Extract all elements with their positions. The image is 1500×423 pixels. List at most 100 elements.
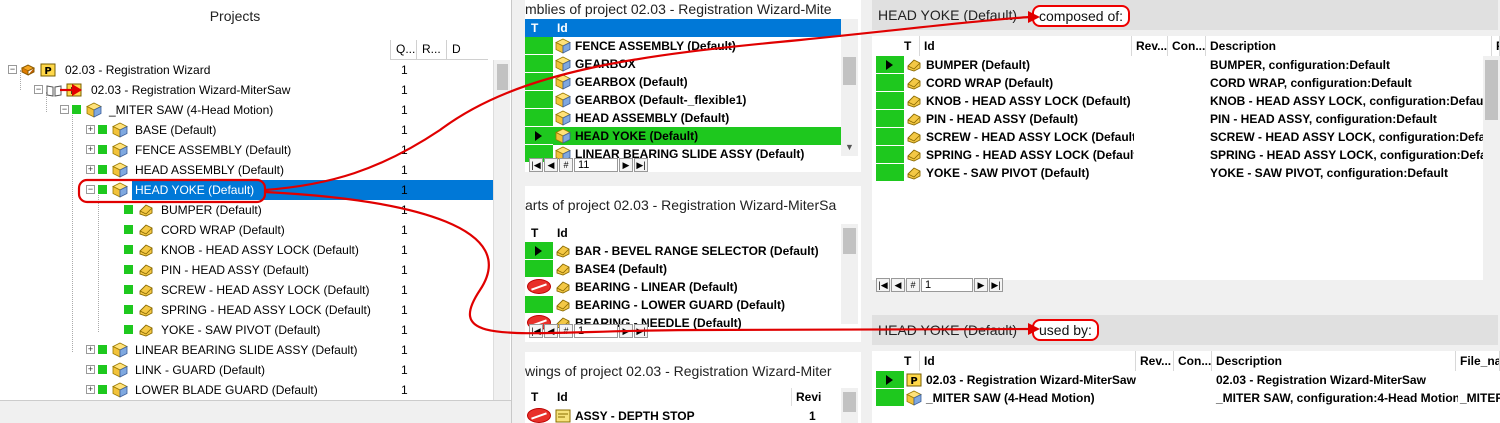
expand-toggle-icon[interactable]: + <box>86 165 95 174</box>
part-row[interactable]: BASE4 (Default) <box>525 260 841 278</box>
tree-item[interactable]: + HEAD ASSEMBLY (Default) 1 <box>0 160 493 180</box>
expand-toggle-icon[interactable]: + <box>86 125 95 134</box>
parts-col-t[interactable]: T <box>525 224 553 242</box>
assemblies-scrollbar[interactable]: ▼ <box>841 19 858 156</box>
status-indicator <box>876 146 904 164</box>
nav-first-button[interactable]: |◀ <box>529 324 543 338</box>
component-row[interactable]: BUMPER (Default) BUMPER, configuration:De… <box>876 56 1500 74</box>
nav-last-button[interactable]: ▶| <box>634 324 648 338</box>
assembly-row[interactable]: GEARBOX <box>525 55 841 73</box>
drawings-row[interactable]: ASSY - DEPTH STOP 1 <box>525 407 841 423</box>
composed-col-description[interactable]: Description <box>1206 36 1492 56</box>
composed-scroll-thumb[interactable] <box>1485 60 1498 120</box>
tree-item[interactable]: − _MITER SAW (4-Head Motion) 1 <box>0 100 493 120</box>
collapse-toggle-icon[interactable]: − <box>8 65 17 74</box>
composed-col-id[interactable]: Id <box>920 36 1132 56</box>
tree-scroll-thumb[interactable] <box>497 64 508 90</box>
nav-last-button[interactable]: ▶| <box>634 158 648 172</box>
component-row[interactable]: PIN - HEAD ASSY (Default) PIN - HEAD ASSY… <box>876 110 1500 128</box>
tree-item[interactable]: − HEAD YOKE (Default) 1 <box>0 180 493 200</box>
composed-col-con[interactable]: Con... <box>1168 36 1206 56</box>
tree-vertical-scrollbar[interactable] <box>493 60 510 400</box>
parts-scroll-thumb[interactable] <box>843 228 856 254</box>
usedby-row[interactable]: _MITER SAW (4-Head Motion) _MITER SAW, co… <box>876 389 1500 407</box>
nav-next-button[interactable]: ▶ <box>619 324 633 338</box>
tree-item[interactable]: + FENCE ASSEMBLY (Default) 1 <box>0 140 493 160</box>
expand-toggle-icon[interactable]: + <box>86 145 95 154</box>
expand-toggle-icon[interactable]: + <box>86 345 95 354</box>
tree-item[interactable]: + LINK - GUARD (Default) 1 <box>0 360 493 380</box>
status-green-icon <box>124 265 133 274</box>
usedby-col-con[interactable]: Con... <box>1174 351 1212 371</box>
assembly-row[interactable]: GEARBOX (Default) <box>525 73 841 91</box>
assemblies-record-input[interactable]: 11 <box>574 158 618 172</box>
collapse-toggle-icon[interactable]: − <box>60 105 69 114</box>
assemblies-col-t[interactable]: T <box>525 19 553 37</box>
composed-record-input[interactable]: 1 <box>921 278 973 292</box>
collapse-toggle-icon[interactable]: − <box>34 85 43 94</box>
tree-item-label: HEAD YOKE (Default) <box>132 180 258 200</box>
tree-col-rev[interactable]: R... <box>416 40 446 60</box>
drawings-scrollbar[interactable] <box>841 388 858 423</box>
assembly-row[interactable]: GEARBOX (Default-_flexible1) <box>525 91 841 109</box>
tree-item[interactable]: SPRING - HEAD ASSY LOCK (Default) 1 <box>0 300 493 320</box>
tree-item[interactable]: PIN - HEAD ASSY (Default) 1 <box>0 260 493 280</box>
assembly-row[interactable]: HEAD ASSEMBLY (Default) <box>525 109 841 127</box>
nav-prev-button[interactable]: ◀ <box>544 158 558 172</box>
status-indicator <box>525 407 553 423</box>
parts-record-input[interactable]: 1 <box>574 324 618 338</box>
tree-item[interactable]: + LOWER BLADE GUARD (Default) 1 <box>0 380 493 400</box>
part-row[interactable]: BEARING - LOWER GUARD (Default) <box>525 296 841 314</box>
component-row[interactable]: YOKE - SAW PIVOT (Default) YOKE - SAW PIV… <box>876 164 1500 182</box>
component-row[interactable]: KNOB - HEAD ASSY LOCK (Default) KNOB - HE… <box>876 92 1500 110</box>
composed-col-f[interactable]: F <box>1492 36 1500 56</box>
usedby-col-id[interactable]: Id <box>920 351 1136 371</box>
drawings-scroll-thumb[interactable] <box>843 392 856 412</box>
tree-item[interactable]: + BASE (Default) 1 <box>0 120 493 140</box>
component-row[interactable]: CORD WRAP (Default) CORD WRAP, configurat… <box>876 74 1500 92</box>
tree-item[interactable]: SCREW - HEAD ASSY LOCK (Default) 1 <box>0 280 493 300</box>
usedby-col-t[interactable]: T <box>872 351 920 371</box>
assemblies-col-id[interactable]: Id <box>553 19 833 37</box>
collapse-toggle-icon[interactable]: − <box>86 185 95 194</box>
expand-toggle-icon[interactable]: + <box>86 365 95 374</box>
usedby-col-filename[interactable]: File_nam <box>1456 351 1500 371</box>
drawings-col-id[interactable]: Id <box>553 388 791 406</box>
tree-item[interactable]: BUMPER (Default) 1 <box>0 200 493 220</box>
nav-prev-button[interactable]: ◀ <box>891 278 905 292</box>
tree-col-qty[interactable]: Q... <box>390 40 416 60</box>
nav-next-button[interactable]: ▶ <box>619 158 633 172</box>
nav-next-button[interactable]: ▶ <box>974 278 988 292</box>
composed-col-rev[interactable]: Rev... <box>1132 36 1168 56</box>
part-icon <box>904 74 924 92</box>
usedby-col-rev[interactable]: Rev... <box>1136 351 1174 371</box>
drawings-col-t[interactable]: T <box>525 388 553 406</box>
composed-col-t[interactable]: T <box>872 36 920 56</box>
usedby-col-description[interactable]: Description <box>1212 351 1456 371</box>
parts-scrollbar[interactable] <box>841 224 858 324</box>
tree-item[interactable]: − P 02.03 - Registration Wizard 1 <box>0 60 493 80</box>
drawings-col-rev[interactable]: Revi <box>791 388 841 406</box>
tree-item[interactable]: KNOB - HEAD ASSY LOCK (Default) 1 <box>0 240 493 260</box>
assembly-row[interactable]: HEAD YOKE (Default) <box>525 127 841 145</box>
tree-item[interactable]: CORD WRAP (Default) 1 <box>0 220 493 240</box>
tree-item[interactable]: − P 02.03 - Registration Wizard-MiterSaw 1 <box>0 80 493 100</box>
tree-item[interactable]: + LINEAR BEARING SLIDE ASSY (Default) 1 <box>0 340 493 360</box>
tree-col-d[interactable]: D <box>446 40 488 60</box>
assemblies-scroll-down[interactable]: ▼ <box>841 139 858 155</box>
nav-prev-button[interactable]: ◀ <box>544 324 558 338</box>
component-row[interactable]: SCREW - HEAD ASSY LOCK (Default) SCREW - … <box>876 128 1500 146</box>
usedby-row[interactable]: P 02.03 - Registration Wizard-MiterSaw 02.… <box>876 371 1500 389</box>
part-row[interactable]: BAR - BEVEL RANGE SELECTOR (Default) <box>525 242 841 260</box>
parts-col-id[interactable]: Id <box>553 224 833 242</box>
part-row[interactable]: BEARING - LINEAR (Default) <box>525 278 841 296</box>
composed-scrollbar[interactable] <box>1483 56 1500 280</box>
tree-item[interactable]: YOKE - SAW PIVOT (Default) 1 <box>0 320 493 340</box>
nav-last-button[interactable]: ▶| <box>989 278 1003 292</box>
nav-first-button[interactable]: |◀ <box>876 278 890 292</box>
assembly-row[interactable]: FENCE ASSEMBLY (Default) <box>525 37 841 55</box>
assemblies-scroll-thumb[interactable] <box>843 57 856 85</box>
component-row[interactable]: SPRING - HEAD ASSY LOCK (Default) SPRING … <box>876 146 1500 164</box>
expand-toggle-icon[interactable]: + <box>86 385 95 394</box>
nav-first-button[interactable]: |◀ <box>529 158 543 172</box>
